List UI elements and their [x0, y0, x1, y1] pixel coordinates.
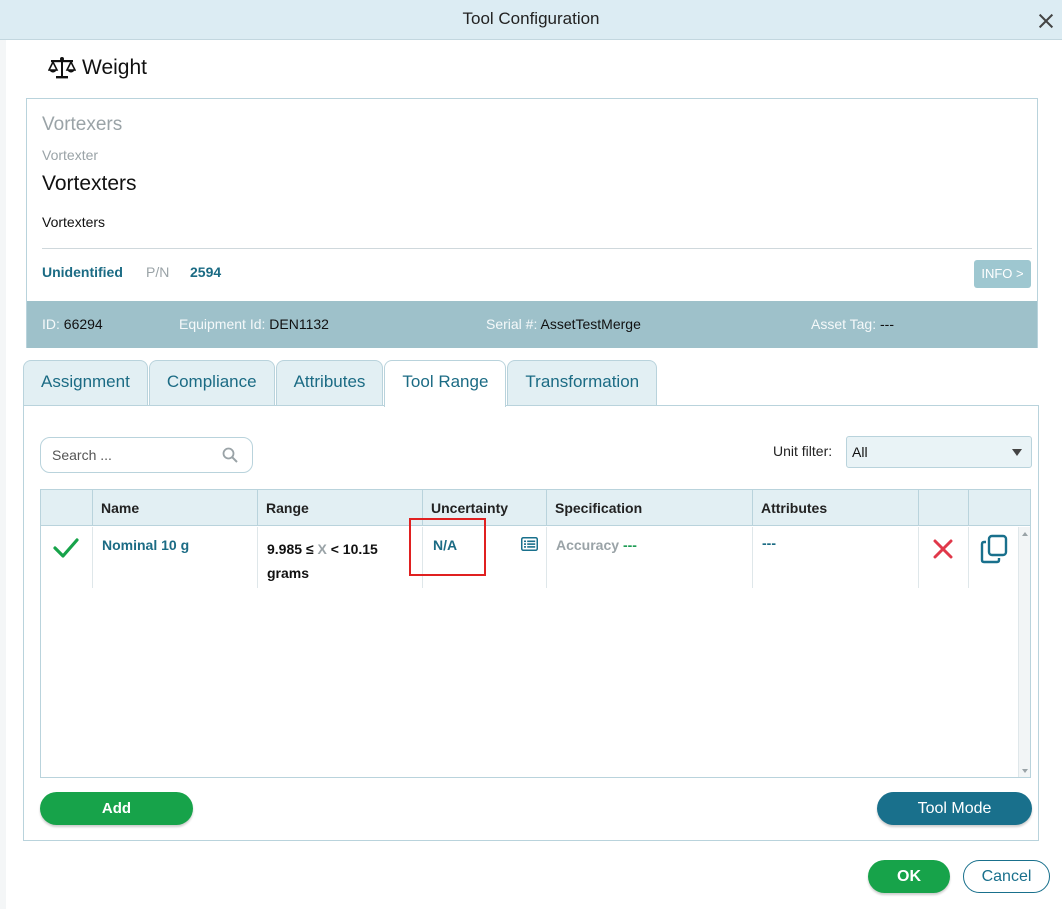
unit-filter-select[interactable]: All — [846, 436, 1032, 468]
tool-heading: Weight — [48, 54, 147, 82]
tab-transformation[interactable]: Transformation — [507, 360, 658, 406]
equipment-id: Equipment Id: DEN1132 — [179, 316, 329, 332]
unit-filter-value: All — [852, 444, 868, 460]
row-status-cell — [41, 527, 92, 588]
divider — [42, 248, 1032, 249]
column-delete — [918, 490, 968, 526]
checkmark-icon — [53, 538, 79, 558]
column-status — [41, 490, 92, 526]
cancel-button[interactable]: Cancel — [963, 860, 1050, 893]
column-range[interactable]: Range — [257, 490, 422, 526]
range-unit: grams — [267, 565, 310, 581]
asset-description: Vortexters — [42, 214, 106, 230]
scroll-down-icon[interactable] — [1022, 769, 1028, 773]
asset-id: ID: 66294 — [42, 316, 103, 332]
column-copy — [968, 490, 1018, 526]
info-button[interactable]: INFO > — [974, 260, 1031, 288]
tool-heading-title: Weight — [82, 56, 147, 79]
background-page-edge — [0, 40, 6, 909]
specification-value: Accuracy --- — [556, 537, 637, 553]
asset-card: Vortexers Vortexter Vortexters Vortexter… — [26, 98, 1038, 348]
list-details-icon[interactable] — [521, 537, 538, 551]
asset-tag: Asset Tag: --- — [811, 316, 894, 332]
tab-assignment[interactable]: Assignment — [23, 360, 148, 406]
tab-bar: Assignment Compliance Attributes Tool Ra… — [23, 360, 658, 407]
asset-id-value: 66294 — [63, 316, 103, 332]
dialog-title: Tool Configuration — [462, 9, 600, 28]
row-attributes-cell: --- — [752, 527, 918, 588]
row-specification-cell: Accuracy --- — [546, 527, 752, 588]
equipment-id-label: Equipment Id: — [179, 316, 266, 332]
balance-scale-icon — [48, 57, 76, 79]
specification-label: Accuracy — [556, 537, 620, 553]
asset-identifiers-bar: ID: 66294 Equipment Id: DEN1132 Serial #… — [27, 301, 1037, 348]
column-name[interactable]: Name — [92, 490, 257, 526]
title-bar: Tool Configuration — [0, 0, 1062, 40]
row-name-cell: Nominal 10 g — [92, 527, 257, 588]
table-header: Name Range Uncertainty Specification Att… — [41, 490, 1030, 526]
part-number-value: 2594 — [190, 264, 222, 280]
equipment-id-value: DEN1132 — [269, 316, 329, 332]
attributes-value: --- — [762, 535, 776, 551]
range-name-link[interactable]: Nominal 10 g — [102, 537, 189, 553]
ok-button[interactable]: OK — [868, 860, 950, 893]
search-input[interactable] — [41, 438, 216, 472]
asset-status: Unidentified — [42, 264, 123, 280]
asset-tag-value: --- — [880, 316, 895, 332]
range-variable: X — [317, 541, 327, 557]
tab-compliance[interactable]: Compliance — [148, 360, 275, 406]
row-uncertainty-cell: N/A — [422, 527, 546, 588]
column-uncertainty[interactable]: Uncertainty — [422, 490, 546, 526]
asset-subtype: Vortexter — [42, 147, 99, 163]
serial-number: Serial #: AssetTestMerge — [486, 316, 641, 332]
search-box — [40, 437, 253, 473]
row-range-cell: 9.985 ≤ X < 10.15 grams — [257, 527, 422, 588]
table-row[interactable]: Nominal 10 g 9.985 ≤ X < 10.15 grams N/A … — [41, 527, 1019, 588]
range-upper: < 10.15 — [330, 541, 378, 557]
uncertainty-link[interactable]: N/A — [433, 537, 457, 553]
asset-type: Vortexers — [42, 114, 123, 135]
column-attributes[interactable]: Attributes — [752, 490, 918, 526]
tool-range-panel: Unit filter: All Name Range Uncertainty … — [23, 405, 1039, 841]
copy-icon[interactable] — [979, 534, 1009, 564]
table-scrollbar[interactable] — [1018, 527, 1030, 777]
asset-tag-label: Asset Tag: — [811, 316, 877, 332]
add-button[interactable]: Add — [40, 792, 193, 825]
scroll-up-icon[interactable] — [1022, 532, 1028, 536]
chevron-down-icon — [1012, 449, 1022, 456]
search-icon[interactable] — [222, 447, 238, 463]
tab-attributes[interactable]: Attributes — [275, 360, 384, 406]
unit-filter-label: Unit filter: — [773, 443, 833, 459]
delete-icon[interactable] — [933, 539, 953, 559]
tool-mode-button[interactable]: Tool Mode — [877, 792, 1032, 825]
row-delete-cell — [918, 527, 968, 588]
tool-configuration-dialog: Tool Configuration Weight Vortexers Vort… — [0, 0, 1062, 909]
part-number-label: P/N — [146, 264, 170, 280]
specification-dash: --- — [622, 537, 637, 553]
range-value: 9.985 ≤ X < 10.15 grams — [267, 537, 417, 585]
range-lower: 9.985 ≤ — [267, 541, 314, 557]
serial-number-value: AssetTestMerge — [540, 316, 641, 332]
tab-tool-range[interactable]: Tool Range — [384, 360, 507, 407]
close-icon[interactable] — [1038, 13, 1054, 29]
row-copy-cell — [968, 527, 1019, 588]
asset-id-label: ID: — [42, 316, 60, 332]
asset-name: Vortexters — [42, 172, 137, 195]
serial-number-label: Serial #: — [486, 316, 538, 332]
column-specification[interactable]: Specification — [546, 490, 752, 526]
tool-range-table: Name Range Uncertainty Specification Att… — [40, 489, 1031, 778]
